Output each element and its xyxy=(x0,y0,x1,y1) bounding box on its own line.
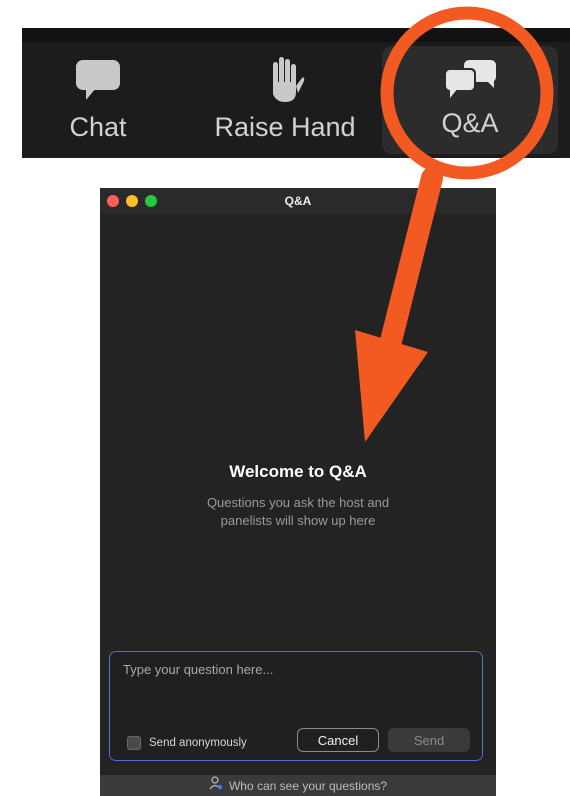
qa-button[interactable]: Q&A xyxy=(382,46,558,154)
qa-label: Q&A xyxy=(441,108,499,138)
send-anonymously-checkbox[interactable] xyxy=(127,736,141,750)
welcome-title: Welcome to Q&A xyxy=(229,462,367,481)
window-titlebar: Q&A xyxy=(100,188,496,214)
raise-hand-label: Raise Hand xyxy=(214,112,356,142)
hand-icon xyxy=(265,56,305,104)
qa-bubbles-icon xyxy=(442,56,498,104)
question-composer: Type your question here... Send anonymou… xyxy=(109,651,483,761)
chat-label: Chat xyxy=(69,112,127,142)
question-input[interactable]: Type your question here... xyxy=(123,662,273,677)
meeting-toolbar: Chat Raise Hand Q&A xyxy=(22,28,570,158)
send-button[interactable]: Send xyxy=(388,728,470,752)
raise-hand-button[interactable]: Raise Hand xyxy=(210,42,360,158)
visibility-footer[interactable]: Who can see your questions? xyxy=(100,775,496,796)
visibility-link[interactable]: Who can see your questions? xyxy=(229,779,387,793)
chat-button[interactable]: Chat xyxy=(62,42,134,158)
toolbar-top-strip xyxy=(22,28,570,42)
cancel-button[interactable]: Cancel xyxy=(297,728,379,752)
send-anonymously-option[interactable]: Send anonymously xyxy=(127,736,247,750)
welcome-subtitle: Questions you ask the host and panelists… xyxy=(206,495,390,528)
qa-window: Q&A Welcome to Q&A Questions you ask the… xyxy=(100,188,496,796)
window-title: Q&A xyxy=(284,194,312,208)
chat-bubble-icon xyxy=(74,56,122,104)
person-icon xyxy=(209,776,223,795)
send-anonymously-label: Send anonymously xyxy=(149,737,247,749)
